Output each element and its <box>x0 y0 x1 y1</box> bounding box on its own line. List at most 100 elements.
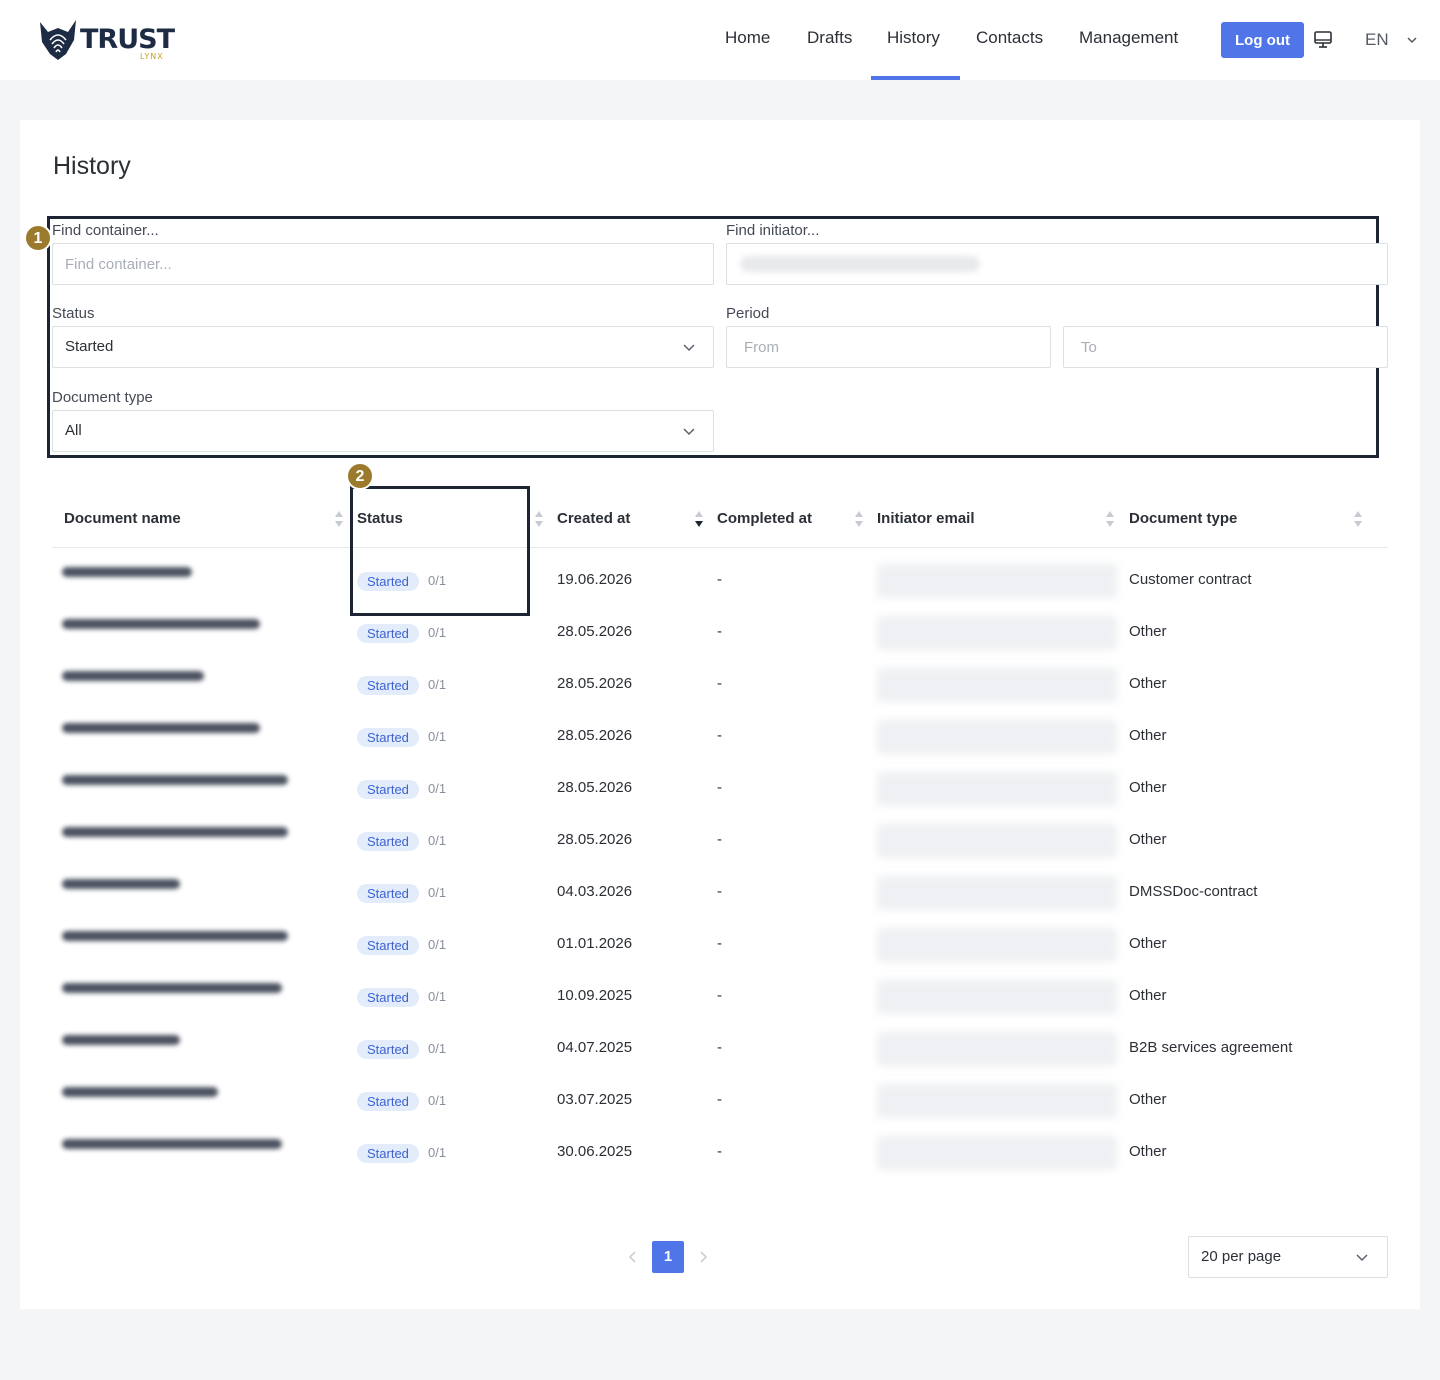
redacted-document-name <box>62 827 288 837</box>
completed-at-cell: - <box>717 779 722 796</box>
table-row[interactable]: Started 0/1 28.05.2026 - Other <box>0 608 1440 660</box>
table-row[interactable]: Started 0/1 28.05.2026 - Other <box>0 660 1440 712</box>
table-row[interactable]: Started 0/1 30.06.2025 - Other <box>0 1128 1440 1180</box>
created-at-cell: 28.05.2026 <box>557 623 633 640</box>
period-from-input[interactable] <box>726 326 1051 368</box>
status-select[interactable]: Started <box>52 326 714 368</box>
annotation-badge-2: 2 <box>346 462 374 490</box>
redacted-document-name <box>62 1035 180 1045</box>
pagination-current-page[interactable]: 1 <box>652 1241 684 1273</box>
table-row[interactable]: Started 0/1 10.09.2025 - Other <box>0 972 1440 1024</box>
nav-history[interactable]: History <box>887 28 940 48</box>
redacted-document-name <box>62 931 288 941</box>
logo-wordmark: TRUST <box>80 24 175 55</box>
nav-contacts[interactable]: Contacts <box>976 28 1043 48</box>
redacted-document-name <box>62 1087 218 1097</box>
active-nav-indicator <box>871 76 960 80</box>
redacted-initiator-email <box>877 616 1117 650</box>
status-badge: Started <box>357 988 419 1007</box>
lynx-logo-icon <box>40 20 76 60</box>
redacted-initiator-email <box>877 1136 1117 1170</box>
document-type-cell: Other <box>1129 727 1167 744</box>
redacted-initiator-email <box>877 564 1117 598</box>
redacted-initiator-email <box>877 1032 1117 1066</box>
redacted-document-name <box>62 619 260 629</box>
created-at-cell: 28.05.2026 <box>557 727 633 744</box>
column-header-document-name[interactable]: Document name <box>64 510 181 527</box>
document-type-cell: DMSSDoc-contract <box>1129 883 1258 900</box>
redacted-initiator-email <box>877 824 1117 858</box>
created-at-cell: 04.03.2026 <box>557 883 633 900</box>
period-label: Period <box>726 305 770 322</box>
status-badge: Started <box>357 936 419 955</box>
table-header-divider <box>52 547 1388 548</box>
table-row[interactable]: Started 0/1 28.05.2026 - Other <box>0 712 1440 764</box>
logout-button[interactable]: Log out <box>1221 22 1304 58</box>
status-column-highlight-box <box>350 486 530 616</box>
redacted-initiator-email <box>877 928 1117 962</box>
created-at-cell: 30.06.2025 <box>557 1143 633 1160</box>
document-type-cell: Customer contract <box>1129 571 1252 588</box>
sort-icon[interactable] <box>534 508 544 530</box>
column-header-document-type[interactable]: Document type <box>1129 510 1237 527</box>
monitor-icon[interactable] <box>1313 30 1333 50</box>
previous-page-icon[interactable] <box>626 1248 640 1266</box>
created-at-cell: 28.05.2026 <box>557 831 633 848</box>
nav-drafts[interactable]: Drafts <box>807 28 852 48</box>
column-header-created-at[interactable]: Created at <box>557 510 630 527</box>
find-container-input[interactable] <box>52 243 714 285</box>
signing-progress: 0/1 <box>428 1145 447 1160</box>
redacted-initiator-email <box>877 720 1117 754</box>
table-row[interactable]: Started 0/1 03.07.2025 - Other <box>0 1076 1440 1128</box>
completed-at-cell: - <box>717 883 722 900</box>
sort-icon[interactable] <box>1353 508 1363 530</box>
document-type-cell: Other <box>1129 831 1167 848</box>
sort-descending-icon[interactable] <box>694 508 704 530</box>
next-page-icon[interactable] <box>696 1248 710 1266</box>
chevron-down-icon[interactable] <box>1406 34 1418 46</box>
table-row[interactable]: Started 0/1 04.07.2025 - B2B services agreem… <box>0 1024 1440 1076</box>
table-row[interactable]: Started 0/1 01.01.2026 - Other <box>0 920 1440 972</box>
signing-progress: 0/1 <box>428 1093 447 1108</box>
find-container-label: Find container... <box>52 222 159 239</box>
completed-at-cell: - <box>717 1091 722 1108</box>
completed-at-cell: - <box>717 1039 722 1056</box>
language-selector[interactable]: EN <box>1365 30 1389 50</box>
redacted-initiator-value <box>740 256 980 272</box>
redacted-document-name <box>62 1139 282 1149</box>
trust-lynx-logo[interactable]: TRUST LYNX <box>36 16 186 64</box>
created-at-cell: 01.01.2026 <box>557 935 633 952</box>
redacted-document-name <box>62 723 260 733</box>
chevron-down-icon <box>683 428 695 436</box>
annotation-badge-1: 1 <box>24 224 52 252</box>
document-type-select-value: All <box>65 422 82 439</box>
status-badge: Started <box>357 884 419 903</box>
nav-home[interactable]: Home <box>725 28 770 48</box>
sort-icon[interactable] <box>854 508 864 530</box>
table-row[interactable]: Started 0/1 28.05.2026 - Other <box>0 764 1440 816</box>
completed-at-cell: - <box>717 935 722 952</box>
created-at-cell: 03.07.2025 <box>557 1091 633 1108</box>
redacted-document-name <box>62 879 180 889</box>
created-at-cell: 04.07.2025 <box>557 1039 633 1056</box>
document-type-select[interactable]: All <box>52 410 714 452</box>
signing-progress: 0/1 <box>428 937 447 952</box>
completed-at-cell: - <box>717 1143 722 1160</box>
period-to-input[interactable] <box>1063 326 1388 368</box>
sort-icon[interactable] <box>334 508 344 530</box>
table-row[interactable]: Started 0/1 28.05.2026 - Other <box>0 816 1440 868</box>
table-row[interactable]: Started 0/1 04.03.2026 - DMSSDoc-contract <box>0 868 1440 920</box>
sort-icon[interactable] <box>1105 508 1115 530</box>
top-bar: TRUST LYNX Home Drafts History Contacts … <box>0 0 1440 80</box>
column-header-initiator-email[interactable]: Initiator email <box>877 510 975 527</box>
created-at-cell: 28.05.2026 <box>557 675 633 692</box>
completed-at-cell: - <box>717 623 722 640</box>
signing-progress: 0/1 <box>428 781 447 796</box>
redacted-document-name <box>62 775 288 785</box>
completed-at-cell: - <box>717 831 722 848</box>
find-initiator-label: Find initiator... <box>726 222 820 239</box>
nav-management[interactable]: Management <box>1079 28 1178 48</box>
table-row[interactable]: Started 0/1 19.06.2026- Customer contract <box>0 556 1440 608</box>
per-page-select-value: 20 per page <box>1201 1248 1282 1265</box>
column-header-completed-at[interactable]: Completed at <box>717 510 812 527</box>
